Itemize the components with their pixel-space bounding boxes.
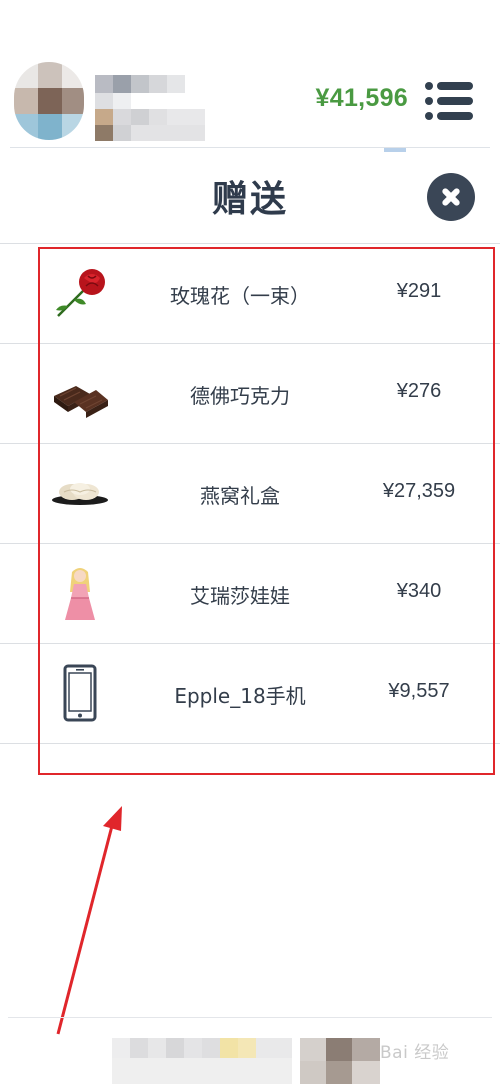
gift-name: 玫瑰花（一束） bbox=[170, 284, 310, 308]
gift-item-phone[interactable]: Epple_18手机 ¥9,557 bbox=[40, 644, 492, 744]
username-pixelated bbox=[95, 75, 205, 141]
gift-item-doll[interactable]: 艾瑞莎娃娃 ¥340 bbox=[40, 544, 492, 644]
rose-icon bbox=[50, 264, 110, 324]
gift-name: 燕窝礼盒 bbox=[200, 484, 280, 508]
gift-price: ¥276 bbox=[396, 380, 442, 402]
footer-photo-pixelated bbox=[300, 1038, 380, 1084]
footer-divider bbox=[8, 1017, 492, 1018]
footer-pixelated bbox=[112, 1038, 292, 1084]
chocolate-icon bbox=[50, 364, 110, 424]
top-bar: ¥41,596 bbox=[0, 0, 500, 152]
gift-price: ¥9,557 bbox=[388, 680, 450, 702]
menu-list-icon[interactable] bbox=[425, 82, 475, 120]
avatar[interactable] bbox=[14, 62, 84, 140]
balance-amount: ¥41,596 bbox=[315, 84, 408, 112]
watermark: Bai 经验 bbox=[380, 1043, 450, 1063]
gift-item-rose[interactable]: 玫瑰花（一束） ¥291 bbox=[40, 244, 492, 344]
gift-price: ¥291 bbox=[396, 280, 442, 302]
gift-item-chocolate[interactable]: 德佛巧克力 ¥276 bbox=[40, 344, 492, 444]
gift-name: 艾瑞莎娃娃 bbox=[190, 584, 290, 608]
gift-name: 德佛巧克力 bbox=[190, 384, 290, 408]
tab-indicator bbox=[384, 148, 406, 152]
header-divider bbox=[10, 147, 490, 148]
phone-icon bbox=[50, 664, 110, 724]
dialog-title: 赠送 bbox=[211, 179, 288, 220]
gift-name: Epple_18手机 bbox=[174, 684, 306, 708]
gift-price: ¥27,359 bbox=[382, 480, 456, 502]
gift-item-birds-nest[interactable]: 燕窝礼盒 ¥27,359 bbox=[40, 444, 492, 544]
close-icon[interactable] bbox=[427, 173, 475, 221]
gift-price: ¥340 bbox=[396, 580, 442, 602]
doll-icon bbox=[50, 564, 110, 624]
birds-nest-giftbox-icon bbox=[50, 464, 110, 524]
